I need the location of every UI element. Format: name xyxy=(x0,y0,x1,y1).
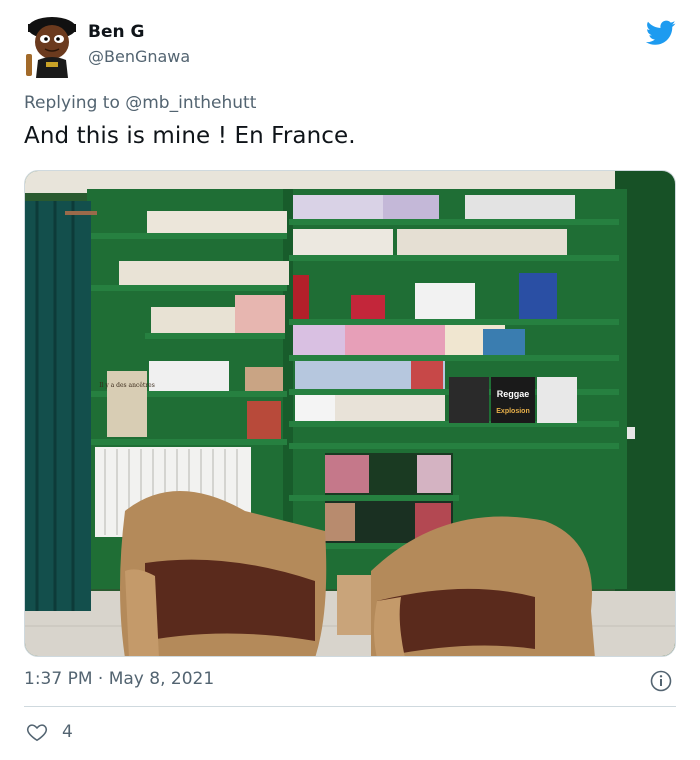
info-icon[interactable] xyxy=(650,670,672,692)
tweet-photo[interactable]: Reggae Explosion Il y a des ancêtres xyxy=(24,170,676,657)
poster-reggae-bottom: Explosion xyxy=(496,408,529,415)
heart-icon[interactable] xyxy=(26,721,48,743)
like-count: 4 xyxy=(62,722,73,742)
author-name[interactable]: Ben G xyxy=(88,22,144,42)
reply-prefix: Replying to xyxy=(24,93,126,113)
footer-divider xyxy=(24,706,676,707)
twitter-bird-icon[interactable] xyxy=(645,20,676,46)
tweet-card: Ben G @BenGnawa Replying to @mb_inthehut… xyxy=(0,0,700,760)
reply-target-link[interactable]: @mb_inthehutt xyxy=(125,93,256,113)
tweet-text: And this is mine ! En France. xyxy=(24,123,356,149)
tweet-timestamp[interactable]: 1:37 PM · May 8, 2021 xyxy=(24,669,214,689)
avatar[interactable] xyxy=(24,14,80,78)
author-handle[interactable]: @BenGnawa xyxy=(88,47,190,66)
timestamp-separator: · xyxy=(92,669,109,689)
poster-reggae-top: Reggae xyxy=(497,389,530,399)
tweet-date: May 8, 2021 xyxy=(108,669,215,689)
poster-left-text: Il y a des ancêtres xyxy=(99,382,155,389)
tweet-time: 1:37 PM xyxy=(24,669,93,689)
reply-context: Replying to @mb_inthehutt xyxy=(24,93,256,113)
